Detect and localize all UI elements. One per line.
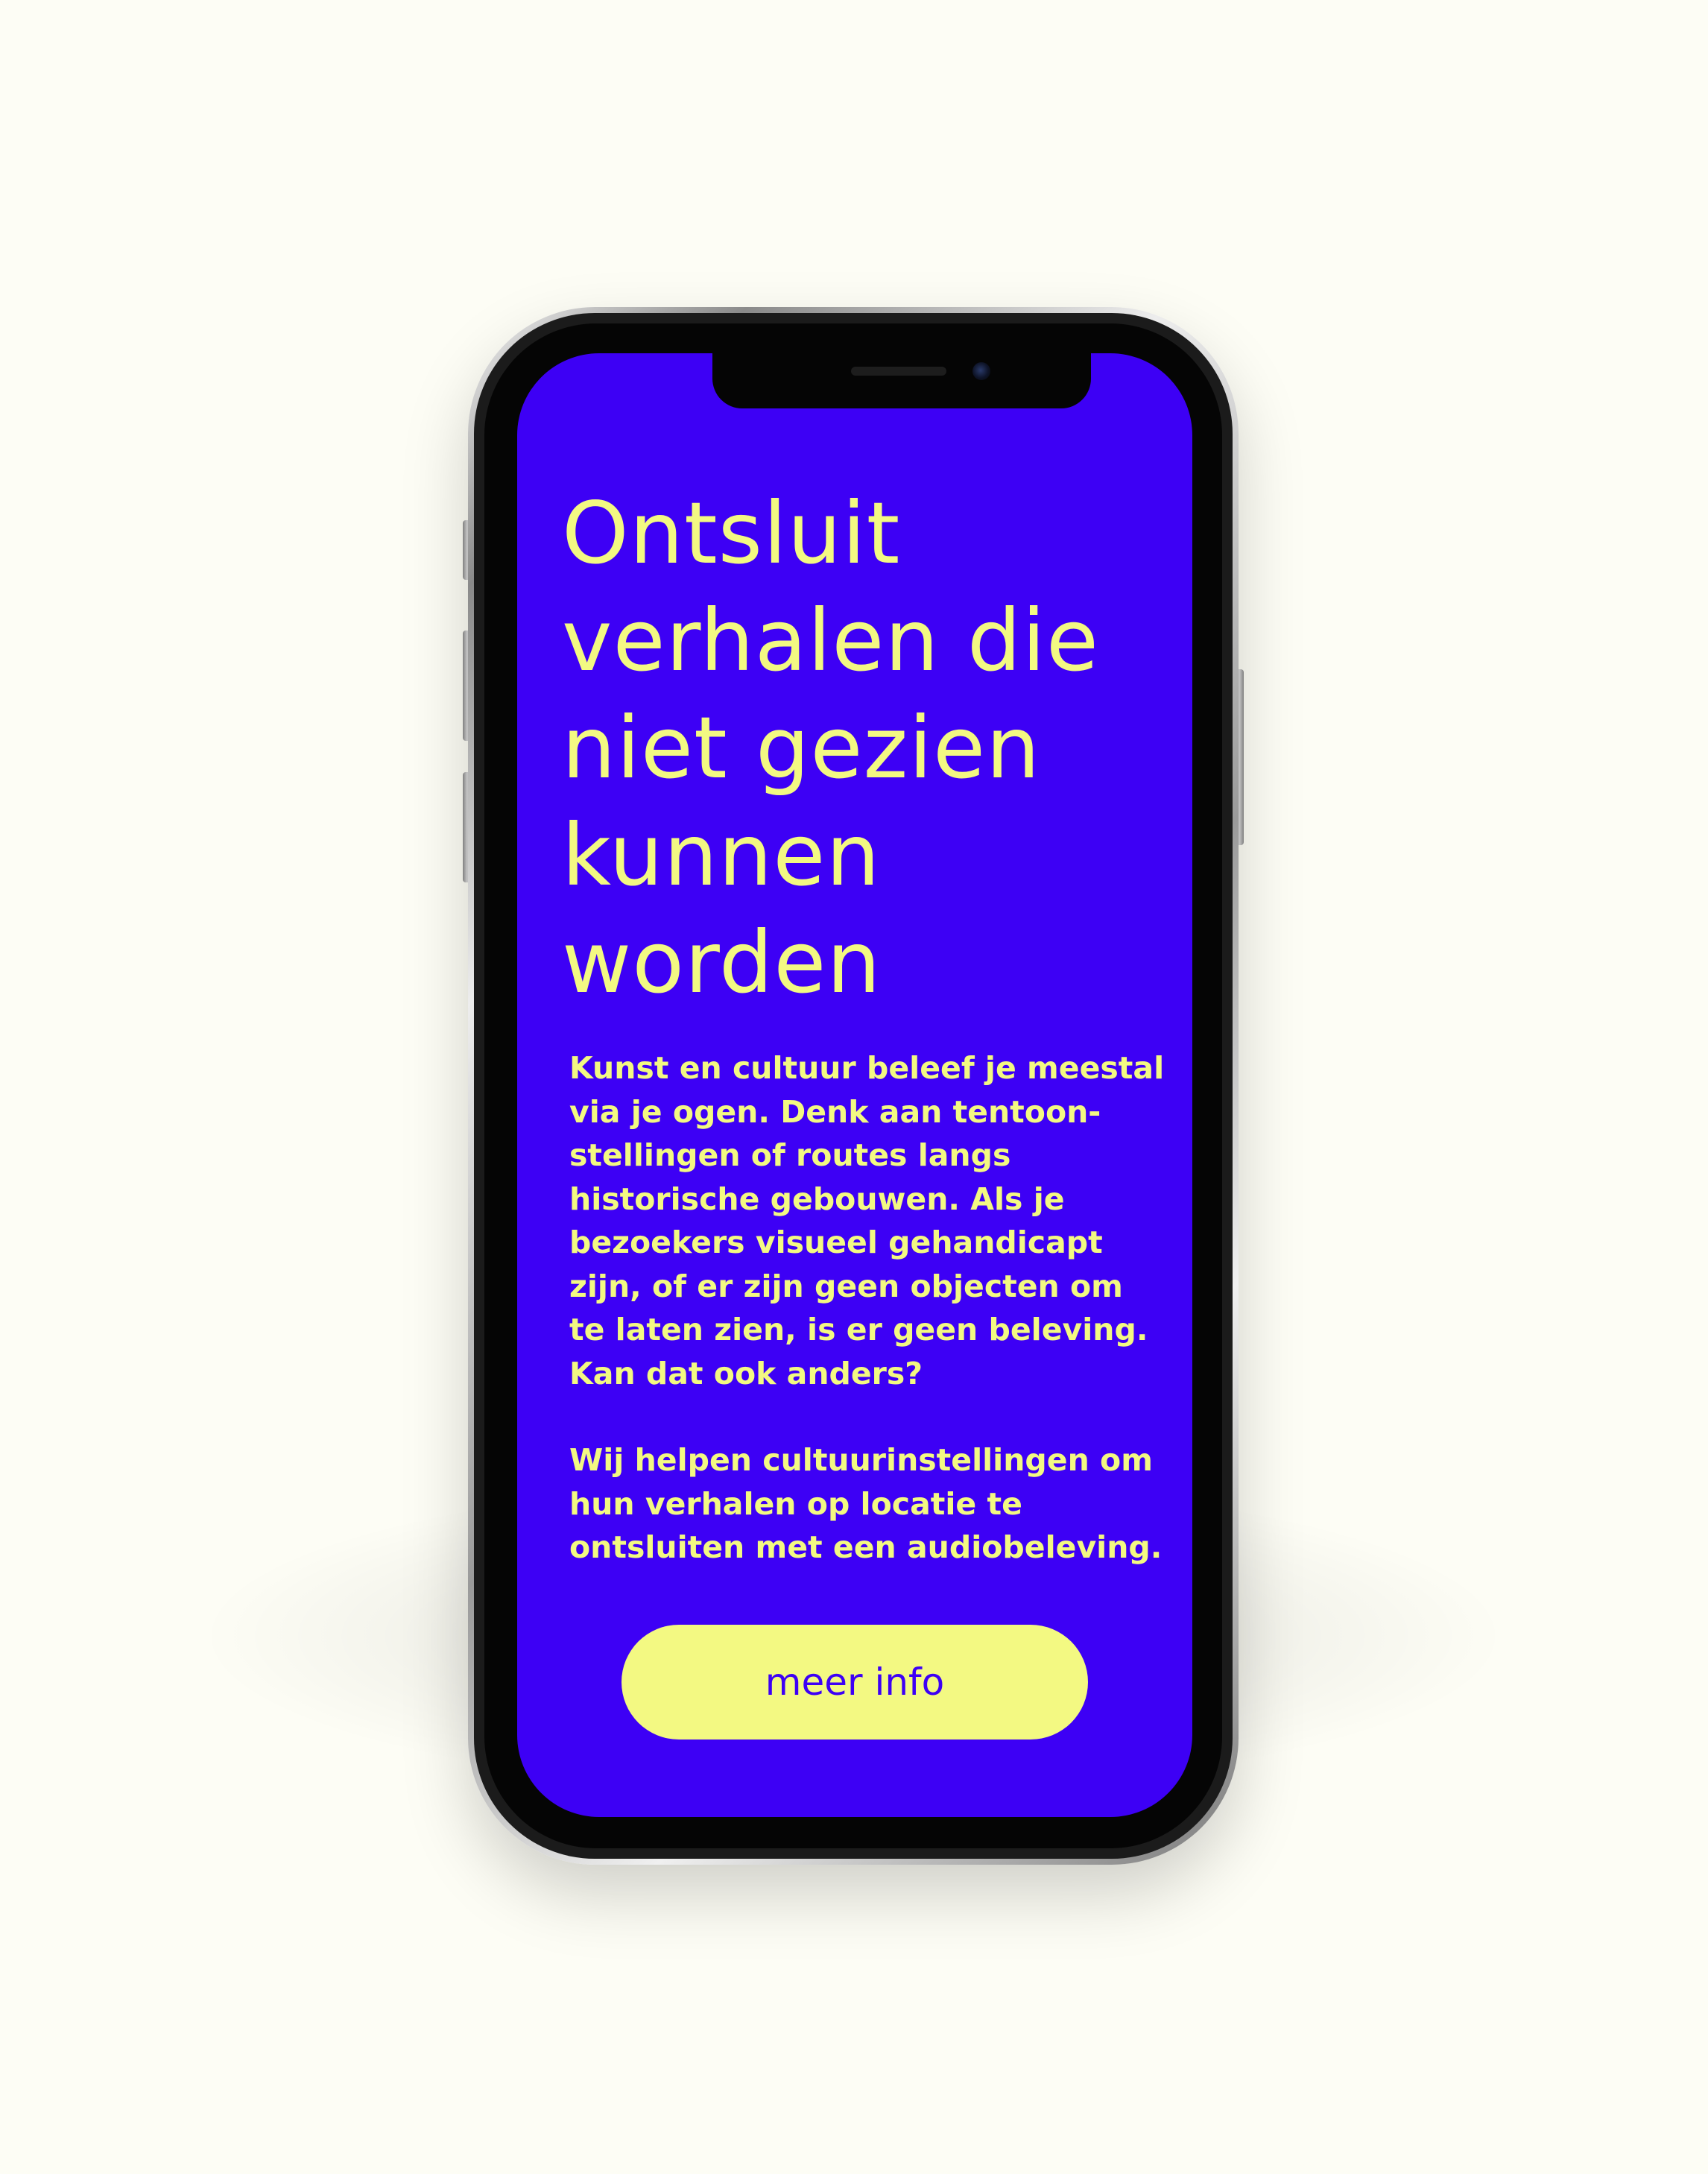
phone-screen: Ontsluit verhalen die niet gezien kunnen…: [517, 353, 1192, 1817]
front-camera-icon: [972, 362, 990, 380]
intro-paragraph: Kunst en cultuur beleef je meestal via j…: [569, 1050, 1165, 1391]
hero-body: Kunst en cultuur beleef je meestal via j…: [569, 1046, 1165, 1613]
phone-mockup: Ontsluit verhalen die niet gezien kunnen…: [468, 307, 1239, 1865]
notch: [712, 353, 1091, 408]
speaker-grille: [851, 367, 946, 376]
meer-info-button[interactable]: meer info: [621, 1625, 1088, 1739]
mission-paragraph: Wij helpen cultuurinstellingen om hun ve…: [569, 1442, 1163, 1565]
hero-title: Ontsluit verhalen die niet gezien kunnen…: [562, 484, 1100, 1012]
